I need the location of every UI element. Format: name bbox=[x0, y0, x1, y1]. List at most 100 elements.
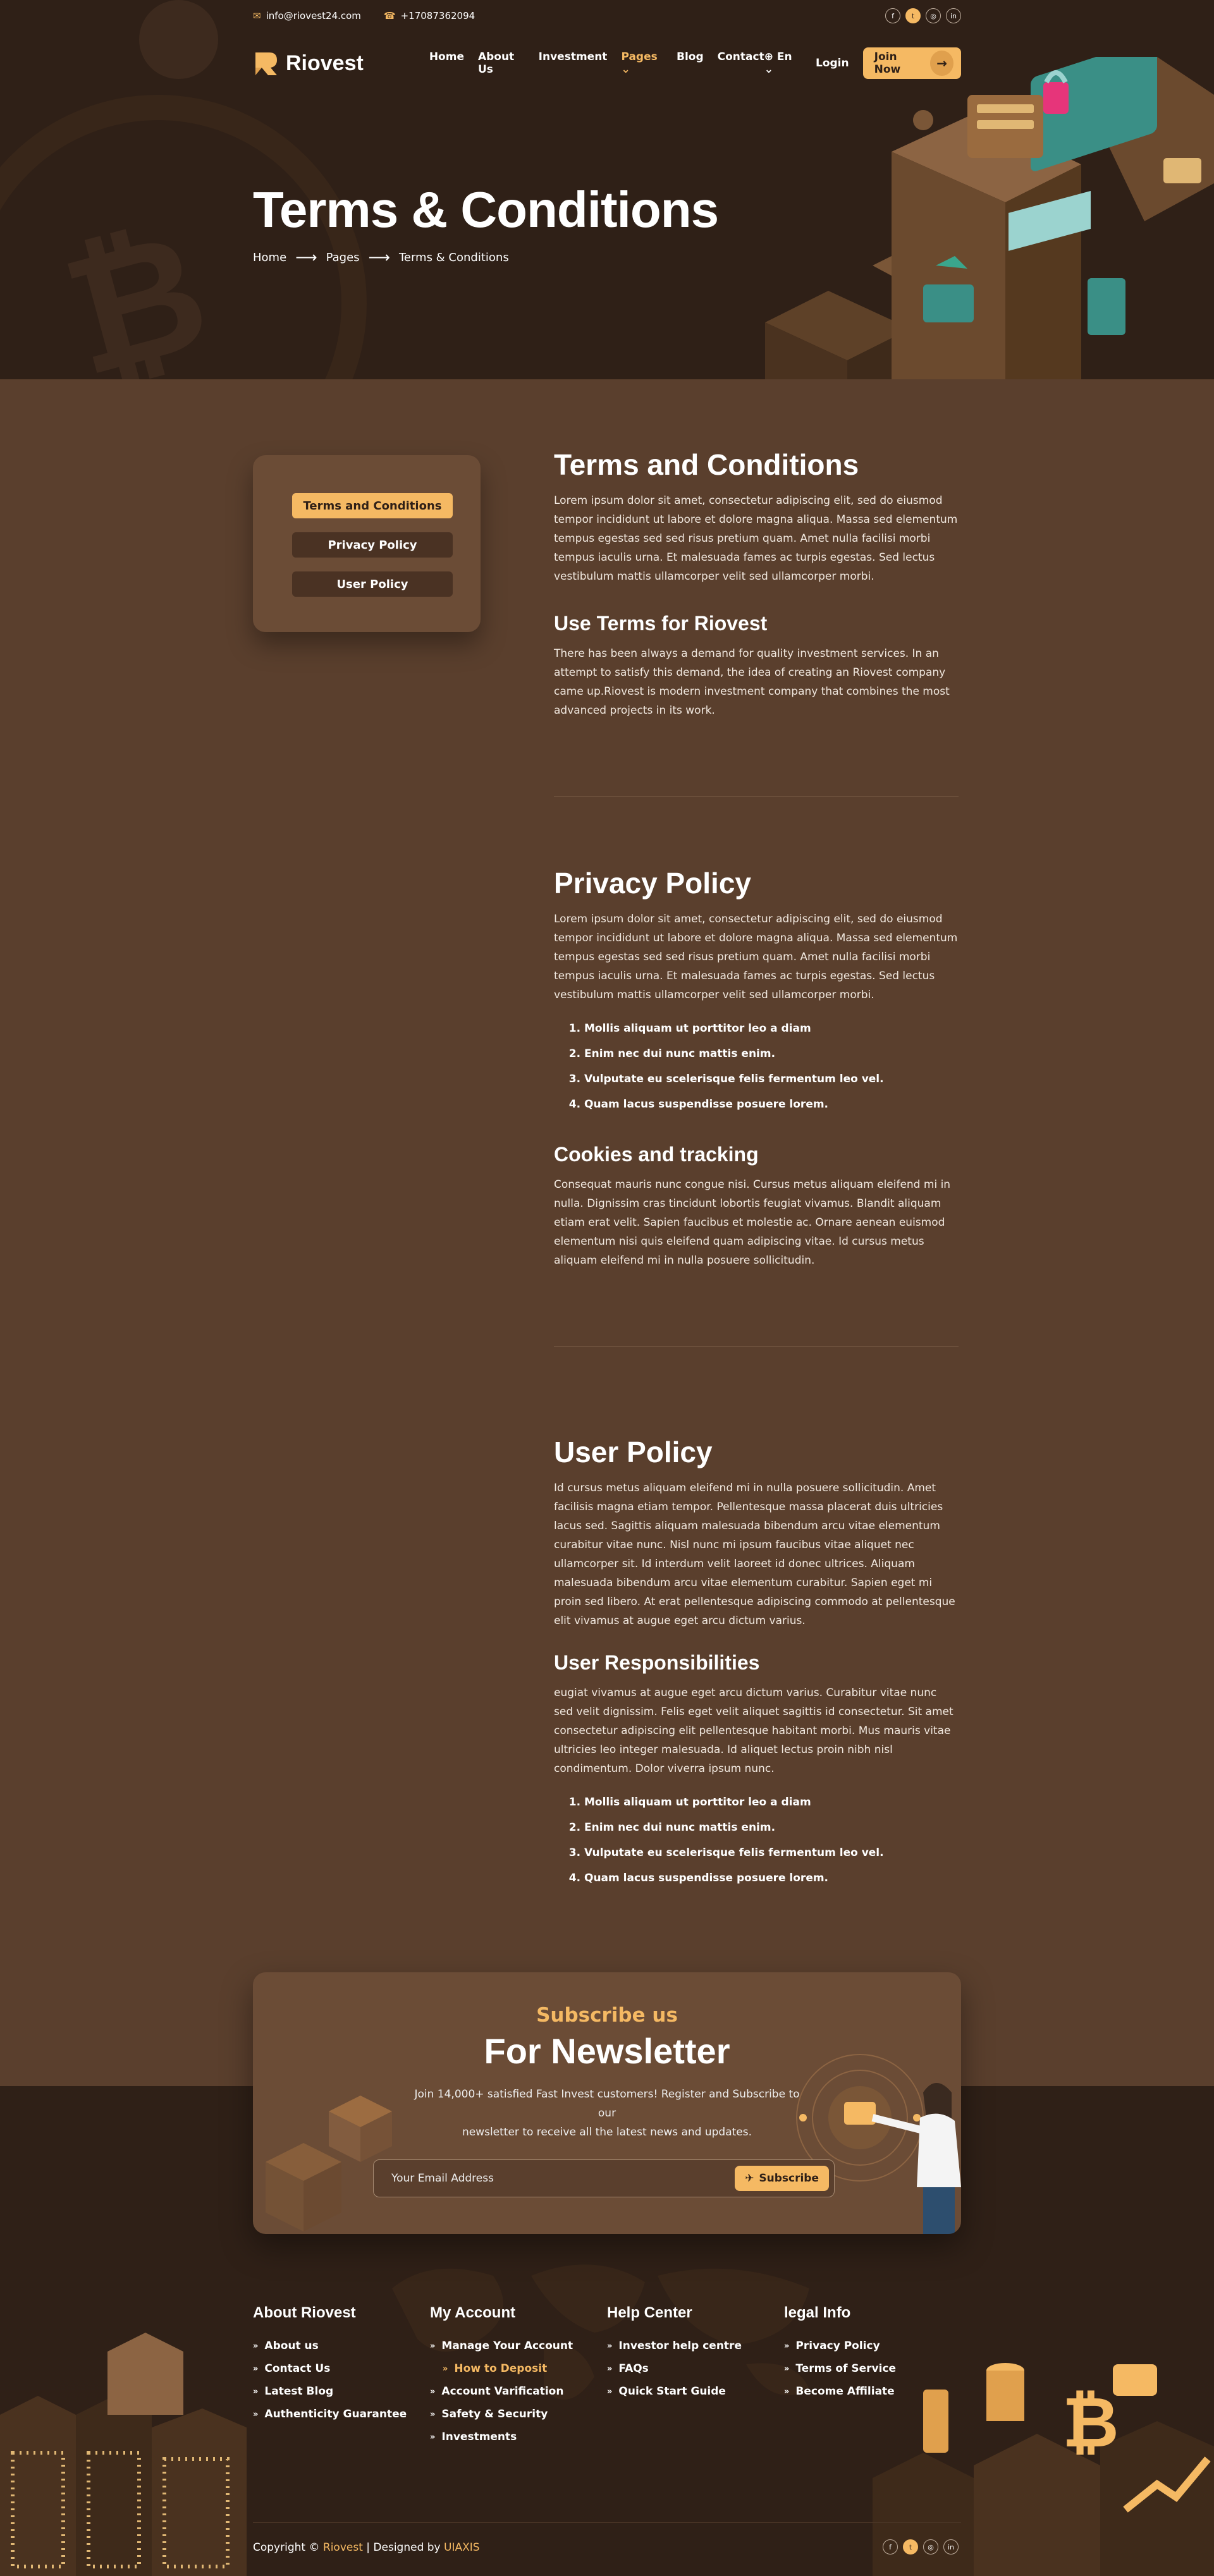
double-chevron-icon: » bbox=[443, 2364, 448, 2374]
double-chevron-icon: » bbox=[784, 2364, 790, 2374]
footer-link[interactable]: » Latest Blog bbox=[253, 2385, 430, 2398]
footer-link-label: Safety & Security bbox=[441, 2408, 548, 2420]
footer-link-label: FAQs bbox=[618, 2362, 649, 2375]
social-links: f t ◎ in bbox=[885, 8, 961, 23]
footer-link-label: Become Affiliate bbox=[795, 2385, 895, 2398]
instagram-icon[interactable]: ◎ bbox=[923, 2539, 938, 2555]
twitter-icon[interactable]: t bbox=[903, 2539, 918, 2555]
linkedin-icon[interactable]: in bbox=[946, 8, 961, 23]
responsibilities-list: Mollis aliquam ut porttitor leo a diam E… bbox=[584, 1796, 959, 1884]
footer-link[interactable]: » Authenticity Guarantee bbox=[253, 2408, 430, 2420]
logo[interactable]: Riovest bbox=[253, 50, 364, 76]
footer-divider bbox=[253, 2522, 961, 2523]
facebook-icon[interactable]: f bbox=[883, 2539, 898, 2555]
list-item: Enim nec dui nunc mattis enim. bbox=[584, 1821, 959, 1834]
footer-link-label: Investor help centre bbox=[618, 2340, 742, 2352]
footer-col-help: Help Center » Investor help centre » FAQs … bbox=[607, 2304, 784, 2453]
footer-col-account: My Account » Manage Your Account » How to … bbox=[430, 2304, 607, 2453]
footer-link-label: Terms of Service bbox=[795, 2362, 897, 2375]
responsibilities-title: User Responsibilities bbox=[554, 1651, 760, 1674]
footer-heading: legal Info bbox=[784, 2304, 851, 2321]
footer-link[interactable]: » About us bbox=[253, 2340, 430, 2352]
footer-link[interactable]: » Investments bbox=[430, 2431, 607, 2443]
join-now-button[interactable]: Join Now → bbox=[862, 47, 961, 79]
policy-sidebar: Terms and Conditions Privacy Policy User… bbox=[253, 455, 481, 632]
main-content: Terms and Conditions Privacy Policy User… bbox=[0, 379, 1214, 2086]
city-illustration-left bbox=[0, 2333, 247, 2576]
footer-link-label: How to Deposit bbox=[454, 2362, 548, 2375]
footer-link-label: Authenticity Guarantee bbox=[264, 2408, 407, 2420]
footer-link[interactable]: » Privacy Policy bbox=[784, 2340, 961, 2352]
footer-link-label: Privacy Policy bbox=[795, 2340, 880, 2352]
language-selector[interactable]: ⊕ En ⌄ bbox=[764, 51, 802, 76]
footer-link-label: Account Varification bbox=[441, 2385, 564, 2398]
footer-link-label: Latest Blog bbox=[264, 2385, 334, 2398]
terms-title: Terms and Conditions bbox=[554, 448, 859, 481]
footer-link-label: Contact Us bbox=[264, 2362, 331, 2375]
privacy-section: Privacy Policy Lorem ipsum dolor sit ame… bbox=[554, 866, 959, 1123]
breadcrumb-current: Terms & Conditions bbox=[398, 250, 509, 264]
footer-heading: Help Center bbox=[607, 2304, 692, 2321]
double-chevron-icon: » bbox=[607, 2364, 613, 2374]
user-policy-body: Id cursus metus aliquam eleifend mi in n… bbox=[554, 1482, 955, 1628]
email-input[interactable] bbox=[391, 2172, 735, 2185]
use-terms-body: There has been always a demand for quali… bbox=[554, 647, 950, 717]
list-item: Mollis aliquam ut porttitor leo a diam bbox=[584, 1796, 959, 1809]
linkedin-icon[interactable]: in bbox=[943, 2539, 959, 2555]
footer-col-about: About Riovest » About us » Contact Us » Lat… bbox=[253, 2304, 430, 2453]
facebook-icon[interactable]: f bbox=[885, 8, 900, 23]
login-link[interactable]: Login bbox=[816, 57, 849, 70]
privacy-body: Lorem ipsum dolor sit amet, consectetur … bbox=[554, 913, 958, 1002]
double-chevron-icon: » bbox=[253, 2409, 259, 2419]
arrow-right-icon: ⟶ bbox=[368, 248, 390, 266]
chevron-down-icon: ⌄ bbox=[621, 63, 630, 76]
nav-home[interactable]: Home bbox=[429, 51, 464, 76]
list-item: Enim nec dui nunc mattis enim. bbox=[584, 1047, 959, 1060]
nav-contact[interactable]: Contact bbox=[718, 51, 764, 76]
designer-link[interactable]: UIAXIS bbox=[444, 2541, 480, 2554]
instagram-icon[interactable]: ◎ bbox=[926, 8, 941, 23]
decorative-circle bbox=[139, 0, 218, 79]
footer-link[interactable]: » Investor help centre bbox=[607, 2340, 784, 2352]
chevron-down-icon: ⌄ bbox=[764, 63, 773, 76]
copyright-brand[interactable]: Riovest bbox=[323, 2541, 363, 2554]
cookies-section: Cookies and tracking Consequat mauris nu… bbox=[554, 1143, 959, 1270]
footer-link-label: About us bbox=[264, 2340, 319, 2352]
designed-by: | Designed by bbox=[366, 2541, 441, 2554]
join-label: Join Now bbox=[874, 51, 901, 76]
phone-contact[interactable]: ☎ +17087362094 bbox=[384, 10, 475, 21]
nav-investment[interactable]: Investment bbox=[539, 51, 608, 76]
nav-pages[interactable]: Pages ⌄ bbox=[621, 51, 663, 76]
breadcrumb-home[interactable]: Home bbox=[253, 251, 286, 264]
cookies-body: Consequat mauris nunc congue nisi. Cursu… bbox=[554, 1178, 951, 1267]
email-contact[interactable]: ✉ info@riovest24.com bbox=[253, 10, 361, 21]
sidebar-item-terms[interactable]: Terms and Conditions bbox=[292, 493, 453, 518]
privacy-list: Mollis aliquam ut porttitor leo a diam E… bbox=[584, 1022, 959, 1111]
arrow-right-icon: → bbox=[930, 51, 953, 76]
footer-link[interactable]: » Safety & Security bbox=[430, 2408, 607, 2420]
double-chevron-icon: » bbox=[430, 2386, 436, 2396]
footer-link[interactable]: » Become Affiliate bbox=[784, 2385, 961, 2398]
main-nav: Riovest Home About Us Investment Pages ⌄… bbox=[253, 47, 961, 80]
footer-link[interactable]: » Terms of Service bbox=[784, 2362, 961, 2375]
sidebar-item-user-policy[interactable]: User Policy bbox=[292, 571, 453, 597]
footer-link[interactable]: » How to Deposit bbox=[430, 2362, 607, 2375]
top-bar: ✉ info@riovest24.com ☎ +17087362094 f t … bbox=[253, 8, 961, 23]
nav-blog[interactable]: Blog bbox=[677, 51, 704, 76]
arrow-right-icon: ⟶ bbox=[295, 248, 317, 266]
twitter-icon[interactable]: t bbox=[905, 8, 921, 23]
nav-about[interactable]: About Us bbox=[478, 51, 525, 76]
footer-link[interactable]: » Manage Your Account bbox=[430, 2340, 607, 2352]
footer-link[interactable]: » Contact Us bbox=[253, 2362, 430, 2375]
section-divider bbox=[554, 1346, 959, 1347]
footer-link[interactable]: » Account Varification bbox=[430, 2385, 607, 2398]
copyright: Copyright © Riovest | Designed by UIAXIS bbox=[253, 2541, 480, 2554]
list-item: Vulputate eu scelerisque felis fermentum… bbox=[584, 1847, 959, 1859]
footer-link[interactable]: » Quick Start Guide bbox=[607, 2385, 784, 2398]
subscribe-button[interactable]: ✈ Subscribe bbox=[735, 2166, 829, 2191]
breadcrumb-pages[interactable]: Pages bbox=[326, 251, 360, 264]
list-item: Mollis aliquam ut porttitor leo a diam bbox=[584, 1022, 959, 1035]
sidebar-item-privacy[interactable]: Privacy Policy bbox=[292, 532, 453, 558]
double-chevron-icon: » bbox=[253, 2341, 259, 2351]
footer-link[interactable]: » FAQs bbox=[607, 2362, 784, 2375]
